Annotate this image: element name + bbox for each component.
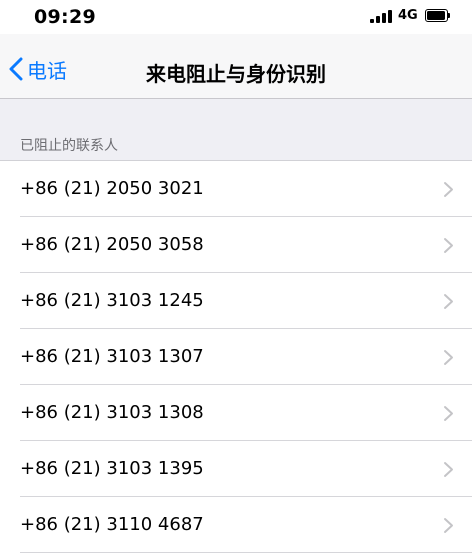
status-time: 09:29	[34, 6, 96, 28]
navigation-bar: 电话 来电阻止与身份识别	[0, 34, 472, 99]
status-bar: 09:29 4G	[0, 0, 472, 34]
list-item[interactable]: +86 (21) 3103 1395	[0, 441, 472, 497]
list-item[interactable]: +86 (21) 3110 4687	[0, 497, 472, 553]
chevron-right-icon	[444, 518, 453, 533]
section-header: 已阻止的联系人	[20, 138, 118, 154]
contact-number: +86 (21) 3103 1307	[20, 346, 204, 367]
chevron-right-icon	[444, 294, 453, 309]
list-item[interactable]: +86 (21) 3103 1307	[0, 329, 472, 385]
contact-number: +86 (21) 3103 1395	[20, 458, 204, 479]
chevron-right-icon	[444, 350, 453, 365]
chevron-right-icon	[444, 406, 453, 421]
list-item[interactable]: +86 (21) 2050 3058	[0, 217, 472, 273]
cellular-signal-icon	[370, 10, 394, 23]
battery-icon	[425, 9, 450, 22]
contact-number: +86 (21) 3110 4687	[20, 514, 204, 535]
contact-number: +86 (21) 2050 3058	[20, 234, 204, 255]
list-item[interactable]: +86 (21) 3103 1308	[0, 385, 472, 441]
contact-number: +86 (21) 3103 1245	[20, 290, 204, 311]
network-type: 4G	[398, 8, 418, 23]
blocked-contacts-list: +86 (21) 2050 3021 +86 (21) 2050 3058 +86 …	[0, 160, 472, 553]
list-item[interactable]: +86 (21) 3103 1245	[0, 273, 472, 329]
chevron-right-icon	[444, 462, 453, 477]
contact-number: +86 (21) 2050 3021	[20, 178, 204, 199]
chevron-right-icon	[444, 182, 453, 197]
chevron-right-icon	[444, 238, 453, 253]
contact-number: +86 (21) 3103 1308	[20, 402, 204, 423]
list-item[interactable]: +86 (21) 2050 3021	[0, 161, 472, 217]
page-title: 来电阻止与身份识别	[146, 62, 326, 86]
